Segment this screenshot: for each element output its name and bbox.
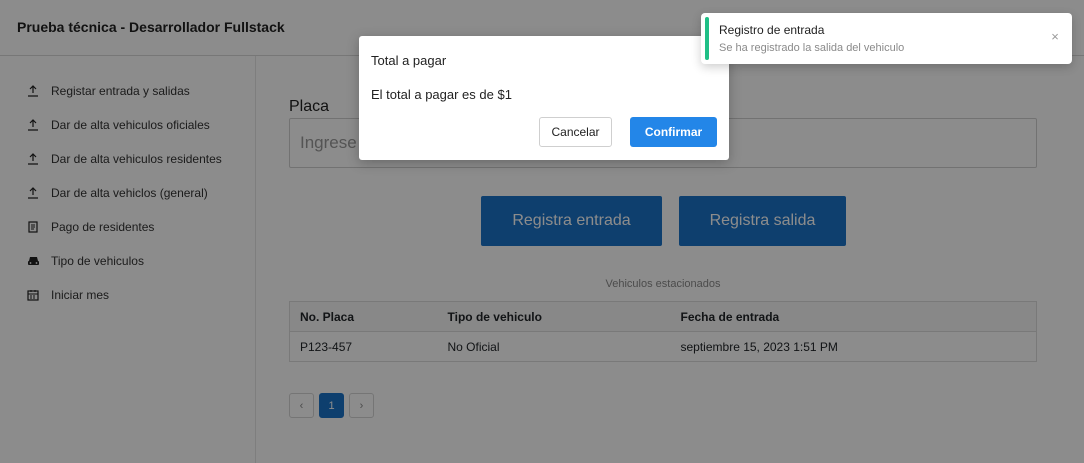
confirm-button[interactable]: Confirmar: [630, 117, 717, 147]
modal-message: El total a pagar es de $1: [371, 87, 512, 102]
toast-accent-bar: [705, 17, 709, 60]
notification-toast: Registro de entrada Se ha registrado la …: [701, 13, 1072, 64]
cancel-button[interactable]: Cancelar: [539, 117, 612, 147]
toast-title: Registro de entrada: [719, 23, 825, 37]
modal-title: Total a pagar: [371, 53, 447, 68]
toast-message: Se ha registrado la salida del vehiculo: [719, 42, 905, 54]
total-modal: Total a pagar El total a pagar es de $1 …: [359, 36, 729, 160]
close-icon[interactable]: ×: [1048, 30, 1062, 44]
